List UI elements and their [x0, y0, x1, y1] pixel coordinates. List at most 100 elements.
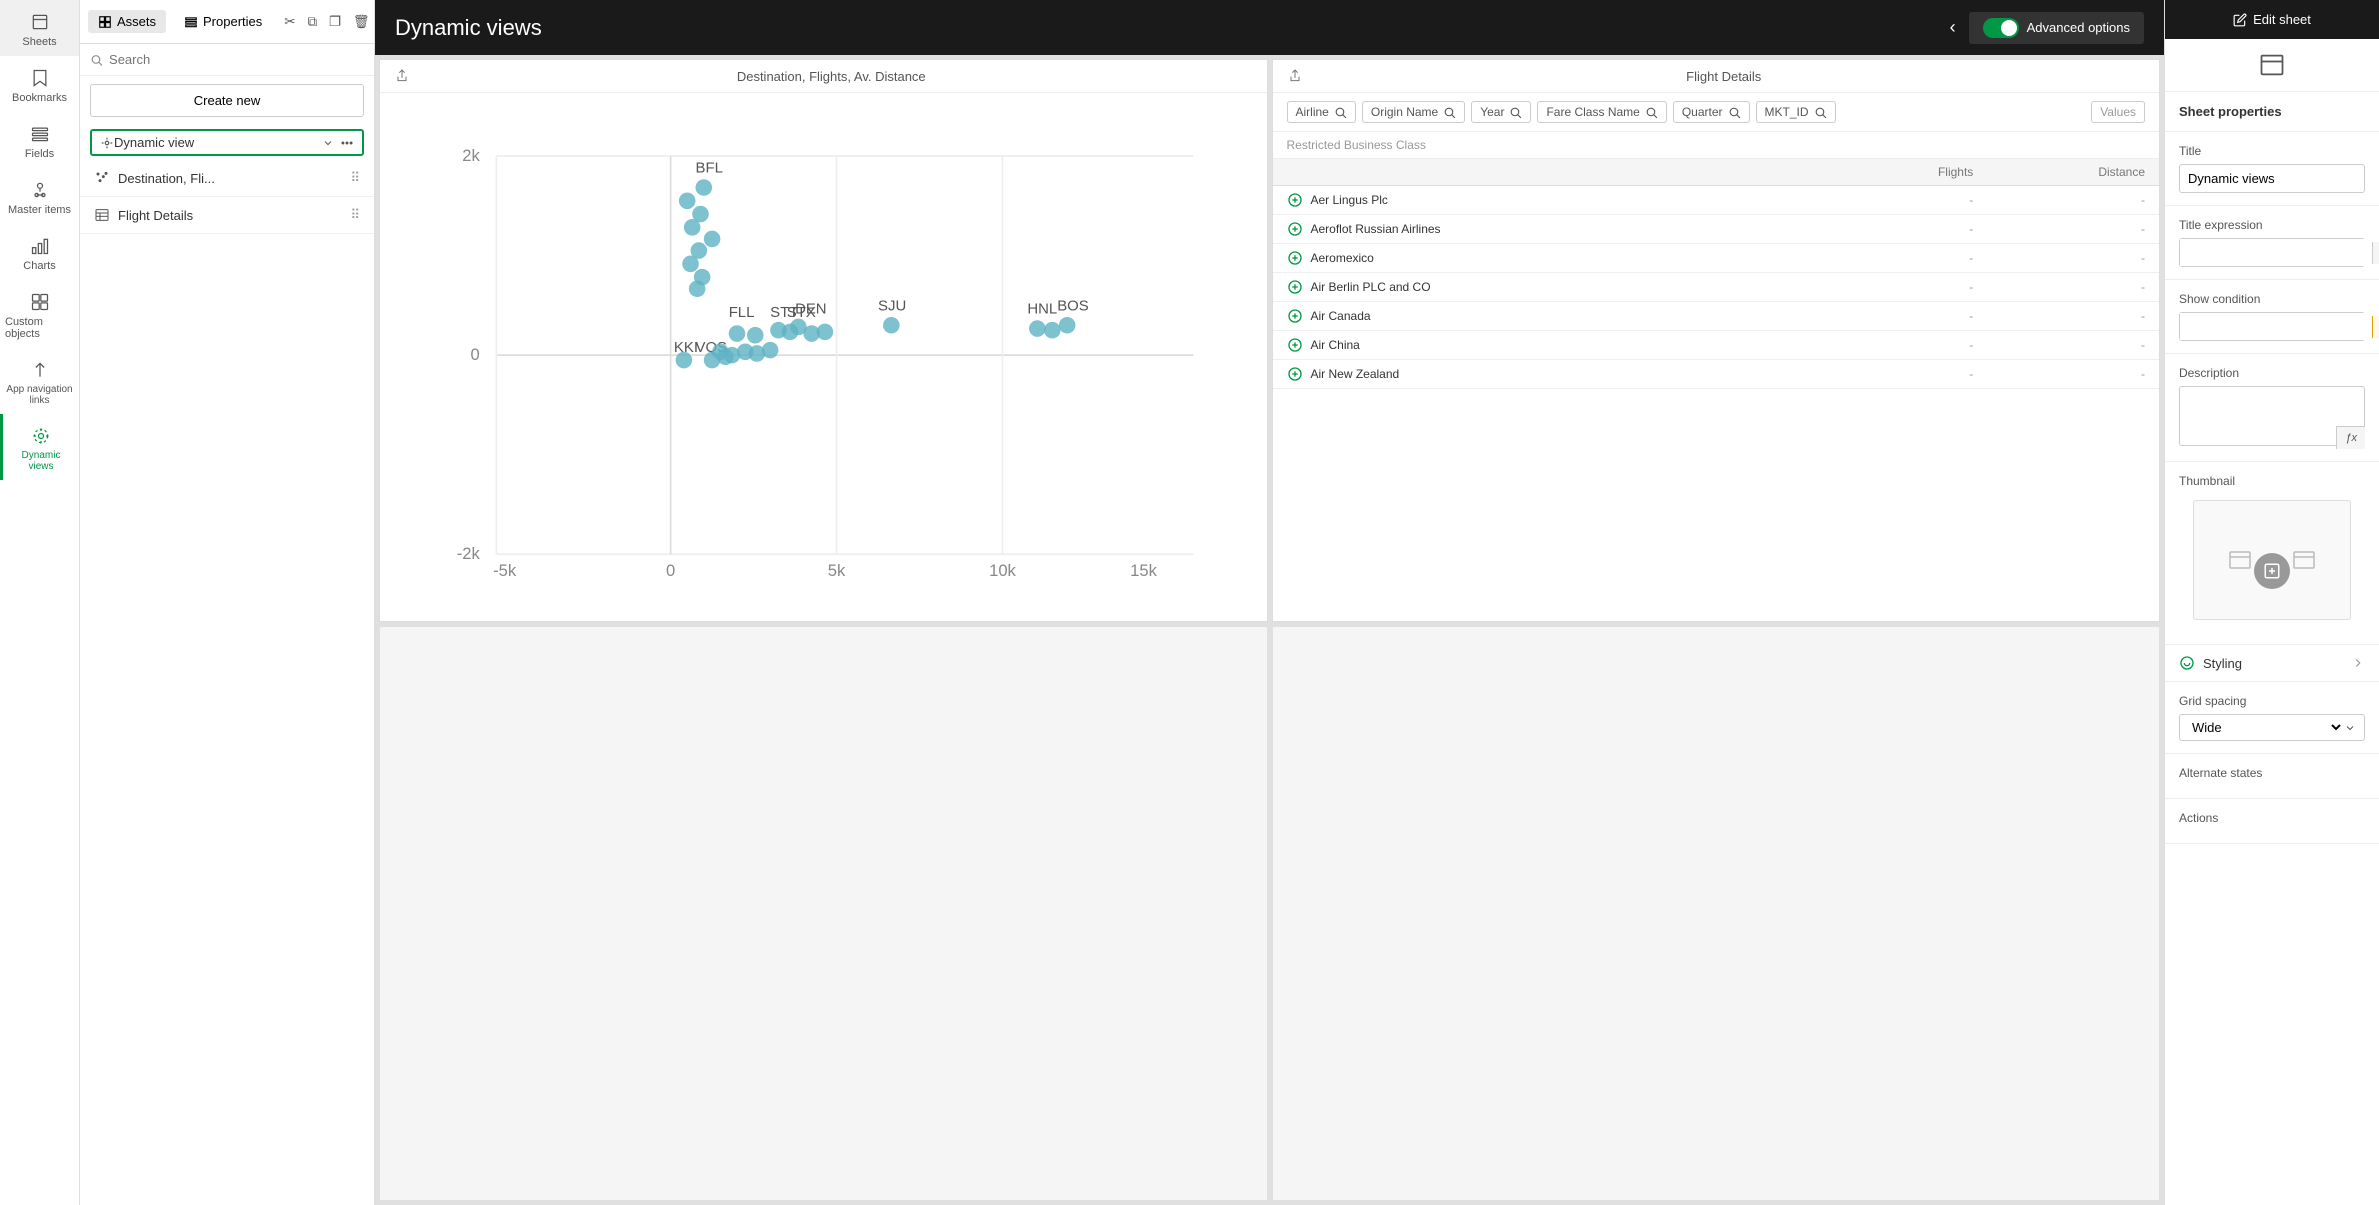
sidebar-item-dynamic-views[interactable]: Dynamic views [0, 414, 79, 480]
edit-sheet-button[interactable]: Edit sheet [2165, 0, 2379, 39]
air-new-zealand-flights: - [1802, 367, 1974, 381]
delete-btn[interactable]: 🗑 [349, 10, 374, 34]
asset-2-more-icon[interactable]: ⠿ [350, 207, 360, 223]
styling-label: Styling [2203, 656, 2351, 671]
airline-aeromexico: Aeromexico [1287, 250, 1802, 266]
page-title: Dynamic views [395, 15, 1937, 41]
title-input[interactable] [2179, 164, 2365, 193]
table-row[interactable]: Air Berlin PLC and CO - - [1273, 273, 2160, 302]
scatter-export-icon[interactable] [394, 68, 410, 84]
title-label: Title [2179, 144, 2365, 158]
toggle-switch [1983, 18, 2019, 38]
sidebar-bookmarks-label: Bookmarks [12, 92, 67, 104]
air-canada-flights: - [1802, 309, 1974, 323]
svg-text:-5k: -5k [493, 561, 517, 580]
table-export-icon[interactable] [1287, 68, 1303, 84]
more-options-icon[interactable] [340, 136, 354, 150]
table-row[interactable]: Air Canada - - [1273, 302, 2160, 331]
thumb-icon-left [2228, 548, 2252, 572]
cut-btn[interactable]: ✂ [280, 10, 299, 34]
title-expression-label: Title expression [2179, 218, 2365, 232]
scatter-chart-card: Destination, Flights, Av. Distance Av. D… [379, 59, 1268, 622]
airline-filter-label: Airline [1296, 105, 1329, 119]
svg-text:BFL: BFL [696, 160, 723, 177]
sidebar-item-charts[interactable]: Charts [0, 224, 79, 280]
description-fx-button[interactable]: ƒx [2336, 426, 2365, 449]
empty-card-bottom-left [379, 626, 1268, 1201]
asset-item-scatter[interactable]: Destination, Fli... ⠿ [80, 160, 374, 197]
svg-text:0: 0 [471, 345, 480, 364]
styling-chevron-icon [2351, 656, 2365, 670]
quarter-filter-label: Quarter [1682, 105, 1723, 119]
search-input[interactable] [109, 52, 364, 67]
air-china-distance: - [1973, 338, 2145, 352]
asset-item-table[interactable]: Flight Details ⠿ [80, 197, 374, 234]
thumbnail-section: Thumbnail [2165, 462, 2379, 645]
sidebar-item-app-nav[interactable]: App navigation links [0, 348, 79, 414]
asset-destination-label: Destination, Fli... [118, 171, 342, 186]
filter-fare-class[interactable]: Fare Class Name [1537, 101, 1666, 123]
alternate-states-label: Alternate states [2179, 766, 2365, 780]
table-row[interactable]: Air New Zealand - - [1273, 360, 2160, 389]
table-row[interactable]: Air China - - [1273, 331, 2160, 360]
styling-palette-icon [2179, 655, 2195, 671]
filter-quarter[interactable]: Quarter [1673, 101, 1750, 123]
dynamic-view-select[interactable]: Dynamic view [114, 135, 322, 150]
scatter-chart-header: Destination, Flights, Av. Distance [380, 60, 1267, 93]
empty-card-bottom-right [1272, 626, 2161, 1201]
filter-mkt-id[interactable]: MKT_ID [1756, 101, 1836, 123]
alternate-states-section: Alternate states [2165, 754, 2379, 799]
asset-1-more-icon[interactable]: ⠿ [350, 170, 360, 186]
table-row[interactable]: Aeromexico - - [1273, 244, 2160, 273]
title-expression-fx-button[interactable]: ƒx [2372, 242, 2379, 264]
scatter-svg: Av. Distance 2k 0 -2k -5k 0 5k 10k 15k F… [430, 113, 1227, 581]
filter-year[interactable]: Year [1471, 101, 1531, 123]
filter-origin-name[interactable]: Origin Name [1362, 101, 1465, 123]
filter-values[interactable]: Values [2091, 101, 2145, 123]
actions-label: Actions [2179, 811, 2365, 825]
styling-row[interactable]: Styling [2165, 645, 2379, 682]
sidebar-item-bookmarks[interactable]: Bookmarks [0, 56, 79, 112]
assets-tab[interactable]: Assets [88, 10, 166, 33]
svg-text:BOS: BOS [1057, 297, 1089, 314]
aer-lingus-flights: - [1802, 193, 1974, 207]
airline-air-berlin: Air Berlin PLC and CO [1287, 279, 1802, 295]
collapse-button[interactable]: ‹ [1937, 12, 1969, 44]
show-condition-input[interactable] [2180, 313, 2372, 340]
table-row[interactable]: Aeroflot Russian Airlines - - [1273, 215, 2160, 244]
duplicate-btn[interactable]: ❐ [325, 10, 345, 34]
show-condition-input-row: ƒx [2179, 312, 2365, 341]
grid-spacing-select[interactable]: Wide Narrow Medium [2188, 719, 2344, 736]
sheet-properties-header: Sheet properties [2165, 92, 2379, 132]
thumbnail-upload-button[interactable] [2254, 553, 2290, 589]
air-new-zealand-distance: - [1973, 367, 2145, 381]
sheet-properties-title: Sheet properties [2179, 104, 2282, 119]
table-icon [94, 207, 110, 223]
advanced-options-toggle[interactable]: Advanced options [1969, 12, 2144, 44]
sidebar-item-fields[interactable]: Fields [0, 112, 79, 168]
properties-tab[interactable]: Properties [174, 10, 272, 33]
table-row[interactable]: Aer Lingus Plc - - [1273, 186, 2160, 215]
upload-icon [2263, 562, 2281, 580]
air-berlin-flights: - [1802, 280, 1974, 294]
svg-text:15k: 15k [1130, 561, 1157, 580]
filter-airline[interactable]: Airline [1287, 101, 1356, 123]
sidebar-item-master-items[interactable]: Master items [0, 168, 79, 224]
svg-text:5k: 5k [828, 561, 846, 580]
grid-spacing-chevron-icon [2344, 722, 2356, 734]
dynamic-view-dropdown[interactable]: Dynamic view [90, 129, 364, 156]
title-expression-input[interactable] [2180, 239, 2372, 266]
sidebar-item-sheets[interactable]: Sheets [0, 0, 79, 56]
sidebar-item-custom-objects[interactable]: Custom objects [0, 280, 79, 348]
assets-tab-label: Assets [117, 14, 156, 29]
copy-btn[interactable]: ⧉ [303, 10, 321, 34]
grid-spacing-label: Grid spacing [2179, 694, 2365, 708]
show-condition-fx-button[interactable]: ƒx [2372, 316, 2379, 338]
create-new-button[interactable]: Create new [90, 84, 364, 117]
sidebar-master-items-label: Master items [8, 204, 71, 216]
title-expression-section: Title expression ƒx [2165, 206, 2379, 280]
thumbnail-box[interactable] [2193, 500, 2351, 620]
aer-lingus-distance: - [1973, 193, 2145, 207]
table-header: Flights Distance [1273, 159, 2160, 186]
canvas-area: Destination, Flights, Av. Distance Av. D… [375, 55, 2164, 1205]
